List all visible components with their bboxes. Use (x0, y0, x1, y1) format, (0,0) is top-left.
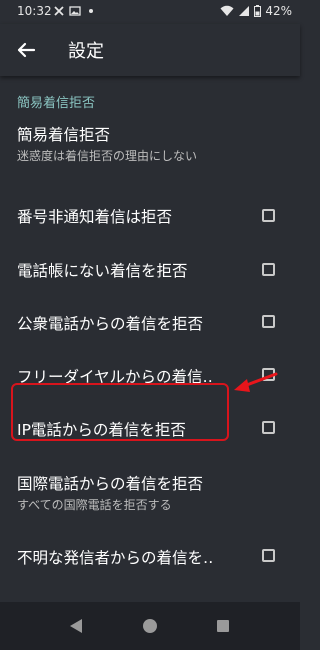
app-bar: 設定 (0, 24, 300, 76)
setting-title: 公衆電話からの着信を拒否 (17, 315, 204, 333)
setting-title: 不明な発信者からの着信を‥ (17, 549, 214, 567)
status-time: 10:32 (17, 4, 52, 18)
section-header: 簡易着信拒否 (17, 96, 96, 111)
status-right-icons: 42% (220, 4, 292, 18)
setting-block-unknown-caller[interactable]: 不明な発信者からの着信を‥ (0, 529, 300, 581)
checkbox-block-anonymous[interactable] (262, 209, 275, 222)
nav-recents-icon[interactable] (217, 620, 229, 632)
annotation-highlight-box (11, 383, 229, 441)
setting-block-payphone[interactable]: 公衆電話からの着信を拒否 (0, 295, 300, 347)
status-left-icons (53, 5, 97, 17)
checkbox-block-ip-phone[interactable] (262, 421, 275, 434)
setting-title: 電話帳にない着信を拒否 (17, 262, 188, 280)
nav-home-icon[interactable] (143, 619, 157, 633)
notification-dot-icon (89, 9, 93, 13)
back-arrow-icon[interactable] (14, 38, 38, 62)
battery-icon (254, 5, 262, 17)
setting-title: 国際電話からの着信を拒否 (17, 475, 204, 493)
setting-simple-block[interactable]: 簡易着信拒否 迷惑度は着信拒否の理由にしない (0, 114, 300, 170)
phone-screen: 10:32 42% 設定 簡易着信拒否 簡易着信拒否 迷惑度は着信拒否の理由にし… (0, 0, 300, 650)
setting-title: 番号非通知着信は拒否 (17, 208, 173, 226)
nav-back-icon[interactable] (69, 618, 83, 634)
setting-title: 簡易着信拒否 (17, 126, 111, 144)
setting-block-anonymous[interactable]: 番号非通知着信は拒否 (0, 190, 300, 242)
picture-icon (69, 6, 81, 16)
checkbox-block-not-in-contacts[interactable] (262, 263, 275, 276)
checkbox-block-payphone[interactable] (262, 315, 275, 328)
setting-block-not-in-contacts[interactable]: 電話帳にない着信を拒否 (0, 242, 300, 294)
status-bar: 10:32 42% (0, 0, 300, 24)
wifi-icon (220, 5, 234, 16)
setting-block-international[interactable]: 国際電話からの着信を拒否 すべての国際電話を拒否する (0, 463, 300, 519)
battery-percentage: 42% (265, 4, 292, 18)
page-title: 設定 (68, 41, 104, 62)
annotation-arrow-icon (234, 372, 278, 392)
setting-subtitle: 迷惑度は着信拒否の理由にしない (17, 149, 198, 163)
setting-subtitle: すべての国際電話を拒否する (17, 498, 172, 512)
navigation-bar (0, 602, 300, 650)
checkbox-block-unknown-caller[interactable] (262, 549, 275, 562)
x-icon (54, 6, 64, 16)
signal-icon (239, 6, 250, 16)
